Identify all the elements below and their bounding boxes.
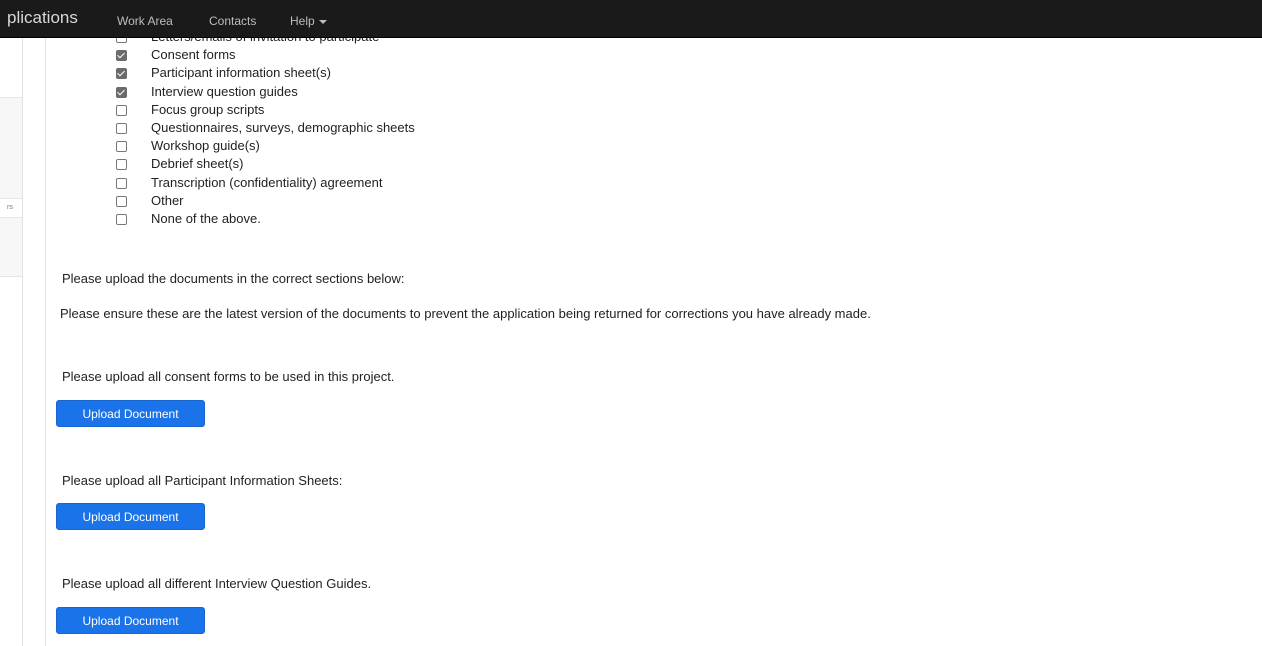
interview-guides-prompt: Please upload all different Interview Qu… — [62, 576, 372, 591]
nav-link-work-area[interactable]: Work Area — [117, 14, 173, 28]
checkbox[interactable] — [116, 195, 127, 207]
sidebar-panel[interactable] — [0, 217, 22, 277]
checkbox[interactable] — [116, 104, 127, 116]
left-sidebar — [0, 37, 23, 646]
upload-participant-info-button[interactable]: Upload Document — [56, 503, 205, 530]
upload-interview-guides-button[interactable]: Upload Document — [56, 607, 205, 634]
upload-instructions: Please upload the documents in the corre… — [62, 271, 405, 286]
content-divider — [45, 37, 46, 646]
latest-version-notice: Please ensure these are the latest versi… — [60, 306, 871, 321]
checklist-item-label: Interview question guides — [151, 83, 298, 99]
checkbox[interactable] — [116, 141, 127, 153]
sidebar-fragment-text: rs — [7, 204, 13, 211]
checkbox[interactable] — [116, 86, 127, 98]
nav-link-help[interactable]: Help — [290, 14, 327, 28]
checkbox[interactable] — [116, 50, 127, 62]
checklist-item-label: Other — [151, 192, 184, 208]
checkbox[interactable] — [116, 122, 127, 134]
app-brand[interactable]: plications — [7, 8, 78, 28]
checkbox[interactable] — [116, 159, 127, 171]
consent-forms-prompt: Please upload all consent forms to be us… — [62, 369, 395, 384]
checklist-item-label: None of the above. — [151, 210, 261, 226]
checklist-item-label: Debrief sheet(s) — [151, 156, 244, 172]
checklist-item-label: Consent forms — [151, 47, 236, 63]
nav-link-contacts[interactable]: Contacts — [209, 14, 256, 28]
nav-link-help-label: Help — [290, 14, 315, 28]
checklist-item-label: Focus group scripts — [151, 101, 265, 117]
checkbox[interactable] — [116, 68, 127, 80]
checklist-item-label: Participant information sheet(s) — [151, 65, 331, 81]
top-navbar: plications Work Area Contacts Help — [0, 0, 1262, 38]
participant-info-prompt: Please upload all Participant Informatio… — [62, 473, 343, 488]
upload-consent-forms-button[interactable]: Upload Document — [56, 400, 205, 427]
checklist-item-label: Questionnaires, surveys, demographic she… — [151, 119, 415, 135]
checkbox[interactable] — [116, 177, 127, 189]
sidebar-panel[interactable] — [0, 97, 22, 199]
checkbox[interactable] — [116, 213, 127, 225]
checklist-item-label: Transcription (confidentiality) agreemen… — [151, 174, 383, 190]
checklist-item-label: Workshop guide(s) — [151, 138, 260, 154]
chevron-down-icon — [318, 19, 327, 24]
